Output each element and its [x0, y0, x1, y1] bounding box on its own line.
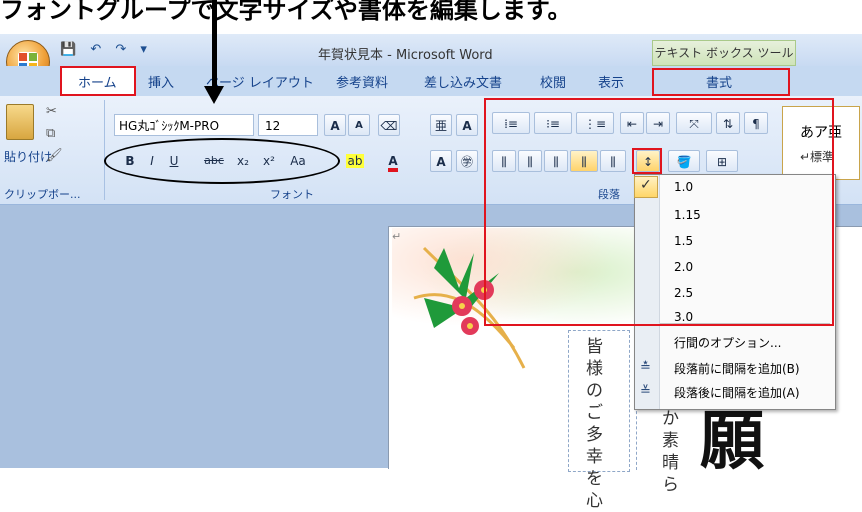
- copy-icon[interactable]: ⧉: [46, 126, 55, 141]
- font-size-box[interactable]: 12: [258, 114, 318, 136]
- char-shading-icon[interactable]: A: [430, 150, 452, 172]
- tab-insert[interactable]: 挿入: [148, 72, 174, 91]
- vertical-text: か素晴ら: [662, 409, 679, 495]
- menu-item-line-options[interactable]: 行間のオプション...: [674, 334, 781, 351]
- annotation-highlight-box: [484, 98, 834, 326]
- cut-icon[interactable]: ✂: [46, 104, 57, 119]
- vertical-text: 皆様のご多幸を心: [586, 337, 603, 511]
- tab-mailings[interactable]: 差し込み文書: [424, 72, 502, 91]
- format-painter-icon[interactable]: 🖌: [46, 148, 63, 163]
- menu-item-add-before[interactable]: 段落前に間隔を追加(B): [674, 360, 800, 377]
- tab-view[interactable]: 表示: [598, 72, 624, 91]
- window-title: 年賀状見本 - Microsoft Word: [318, 48, 493, 63]
- shrink-font-button[interactable]: A: [348, 114, 370, 136]
- tab-review[interactable]: 校閲: [540, 72, 566, 91]
- clear-format-icon[interactable]: ⌫: [378, 114, 400, 136]
- grow-font-button[interactable]: A: [324, 114, 346, 136]
- font-color-icon[interactable]: A: [380, 150, 406, 172]
- paste-icon[interactable]: [6, 104, 34, 140]
- enclose-char-icon[interactable]: ㊫: [456, 150, 478, 172]
- caption-text: フォントグループで文字サイズや書体を編集します。: [0, 0, 572, 24]
- annotation-arrow-head: [204, 86, 224, 104]
- group-separator: [104, 100, 105, 200]
- quick-access-toolbar: 💾 ↶ ↷ ▾: [60, 42, 180, 62]
- context-tab-header: テキスト ボックス ツール: [652, 40, 796, 66]
- space-after-icon: ≚: [640, 384, 651, 399]
- tab-format-label: 書式: [706, 76, 733, 91]
- annotation-arrow: [212, 0, 217, 90]
- annotation-ellipse: [104, 138, 340, 184]
- menu-item-add-after[interactable]: 段落後に間隔を追加(A): [674, 384, 800, 401]
- clipboard-group-label: クリップボー...: [4, 188, 81, 201]
- tab-references[interactable]: 参考資料: [336, 72, 388, 91]
- font-name-box[interactable]: HG丸ｺﾞｼｯｸM-PRO: [114, 114, 254, 136]
- phonetic-guide-icon[interactable]: 亜: [430, 114, 452, 136]
- save-icon[interactable]: 💾: [60, 42, 76, 57]
- more-icon[interactable]: ▾: [140, 42, 147, 57]
- annotation-highlight-box: [632, 148, 662, 174]
- paste-button[interactable]: 貼り付け: [4, 148, 52, 165]
- space-before-icon: ≛: [640, 360, 651, 375]
- tab-home-label: ホーム: [78, 76, 117, 91]
- paragraph-mark: ↵: [392, 230, 402, 243]
- char-border-icon[interactable]: A: [456, 114, 478, 136]
- highlight-color-icon[interactable]: ab: [340, 150, 370, 172]
- redo-icon[interactable]: ↷: [115, 42, 126, 57]
- undo-icon[interactable]: ↶: [90, 42, 101, 57]
- font-group-label: フォント: [270, 188, 314, 201]
